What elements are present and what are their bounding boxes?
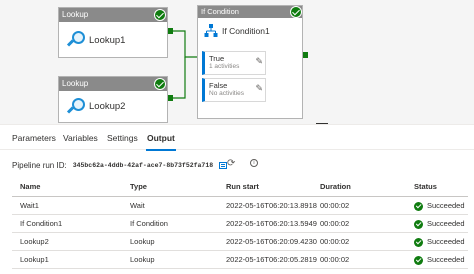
activity-type-label: If Condition [198,6,302,18]
run-id-value: 345bc62a-4ddb-42af-ace7-8b73f52fa718 [72,161,214,169]
table-row[interactable]: Lookup1 Lookup 2022-05-16T06:20:05.2819 … [12,251,468,269]
row-type: If Condition [130,219,168,228]
copy-icon[interactable] [219,161,228,169]
row-duration: 00:00:02 [320,219,350,228]
output-port[interactable] [303,52,308,58]
edit-pencil-icon[interactable]: ✎ [255,83,263,94]
row-run-start: 2022-05-16T06:20:13.8918 [226,201,317,210]
table-header-row: Name Type Run start Duration Status [12,177,468,197]
activity-runs-table: Name Type Run start Duration Status Wait… [12,177,468,269]
lookup2-activity[interactable]: Lookup Lookup2 [58,76,168,123]
refresh-icon[interactable]: ⟳ [227,158,235,169]
row-duration: 00:00:02 [320,237,350,246]
lookup-icon [66,31,85,49]
status-text: Succeeded [427,255,465,264]
row-status: Succeeded [414,233,465,251]
output-port[interactable] [168,28,173,34]
bottom-panel-tabs: Parameters Variables Settings Output [0,124,474,151]
row-run-start: 2022-05-16T06:20:09.4230 [226,237,317,246]
row-duration: 00:00:02 [320,255,350,264]
row-name: Lookup1 [20,255,49,264]
activity-name: Lookup1 [89,34,126,46]
activity-type-label: Lookup [59,8,167,22]
row-name: If Condition1 [20,219,63,228]
tab-variables[interactable]: Variables [63,133,98,143]
tab-settings[interactable]: Settings [107,133,138,143]
row-type: Lookup [130,255,155,264]
false-branch[interactable]: False No activities ✎ [202,78,266,102]
table-row[interactable]: Lookup2 Lookup 2022-05-16T06:20:09.4230 … [12,233,468,251]
active-tab-indicator [146,149,176,151]
success-check-icon [414,255,423,265]
activity-name: Lookup2 [89,101,126,112]
true-branch[interactable]: True 1 activities ✎ [202,51,266,75]
edit-pencil-icon[interactable]: ✎ [255,56,263,67]
output-port[interactable] [168,95,173,101]
lookup1-activity[interactable]: Lookup Lookup1 [58,7,168,58]
if-condition-activity[interactable]: If Condition If Condition1 True 1 activi… [197,5,303,119]
row-status: Succeeded [414,197,465,215]
table-row[interactable]: Wait1 Wait 2022-05-16T06:20:13.8918 00:0… [12,197,468,215]
row-status: Succeeded [414,215,465,233]
success-check-icon [414,219,423,229]
success-check-icon [414,237,423,247]
success-check-icon [154,78,166,90]
column-header-status[interactable]: Status [414,177,437,197]
column-header-type[interactable]: Type [130,177,147,197]
pipeline-run-id-row: Pipeline run ID: 345bc62a-4ddb-42af-ace7… [12,158,228,172]
row-type: Lookup [130,237,155,246]
column-header-name[interactable]: Name [20,177,40,197]
tab-output[interactable]: Output [147,133,175,143]
pipeline-canvas[interactable]: Lookup Lookup1 Lookup Lookup2 If Conditi… [0,0,474,124]
info-icon[interactable]: i [250,159,258,167]
status-text: Succeeded [427,219,465,228]
column-header-duration[interactable]: Duration [320,177,351,197]
success-check-icon [414,201,423,211]
success-check-icon [154,9,166,21]
lookup-icon [66,97,85,116]
activity-name: If Condition1 [222,26,270,36]
row-duration: 00:00:02 [320,201,350,210]
table-row[interactable]: If Condition1 If Condition 2022-05-16T06… [12,215,468,233]
success-check-icon [290,6,302,18]
row-name: Lookup2 [20,237,49,246]
run-id-label: Pipeline run ID: [12,160,67,170]
if-condition-icon [204,24,218,37]
row-name: Wait1 [20,201,39,210]
status-text: Succeeded [427,201,465,210]
row-type: Wait [130,201,145,210]
column-header-run-start[interactable]: Run start [226,177,259,197]
row-run-start: 2022-05-16T06:20:13.5949 [226,219,317,228]
activity-type-label: Lookup [59,77,167,91]
tab-parameters[interactable]: Parameters [12,133,56,143]
status-text: Succeeded [427,237,465,246]
row-run-start: 2022-05-16T06:20:05.2819 [226,255,317,264]
row-status: Succeeded [414,251,465,269]
